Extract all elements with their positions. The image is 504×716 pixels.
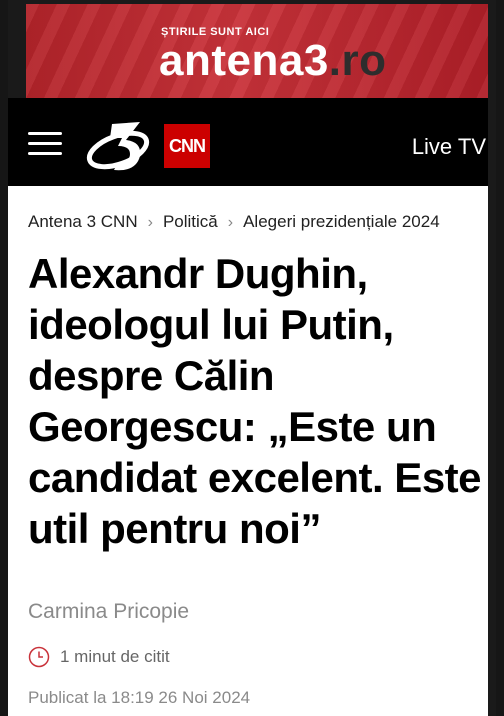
hamburger-menu-icon[interactable] xyxy=(28,132,62,156)
breadcrumb-item-alegeri[interactable]: Alegeri prezidențiale 2024 xyxy=(243,212,440,231)
breadcrumb-item-home[interactable]: Antena 3 CNN xyxy=(28,212,138,231)
published-date: Publicat la 18:19 26 Noi 2024 xyxy=(28,688,251,707)
breadcrumb: Antena 3 CNN › Politică › Alegeri prezidenți… xyxy=(28,212,440,232)
article-author[interactable]: Carmina Pricopie xyxy=(28,600,189,624)
live-tv-link[interactable]: Live TV xyxy=(412,134,486,160)
antena3-logo[interactable] xyxy=(82,116,160,176)
cnn-logo[interactable]: CNN xyxy=(164,124,210,168)
banner-site-name: antena3.ro xyxy=(159,38,387,84)
breadcrumb-separator: › xyxy=(147,214,153,231)
article-headline: Alexandr Dughin, ideologul lui Putin, de… xyxy=(28,250,482,552)
banner-site-main: antena3 xyxy=(159,36,329,85)
frame-left xyxy=(0,0,8,716)
frame-right xyxy=(496,0,504,716)
read-time: 1 minut de citit xyxy=(28,646,170,668)
breadcrumb-item-politica[interactable]: Politică xyxy=(163,212,218,231)
breadcrumb-separator: › xyxy=(227,214,234,231)
article-content: Antena 3 CNN › Politică › Alegeri prezidenți… xyxy=(8,186,488,716)
read-time-label: 1 minut de citit xyxy=(60,647,170,666)
clock-icon xyxy=(28,646,50,668)
ad-banner[interactable]: ȘTIRILE SUNT AICI antena3.ro xyxy=(26,4,488,98)
banner-site-tld: .ro xyxy=(328,36,387,85)
top-navbar: CNN Live TV xyxy=(8,98,488,186)
